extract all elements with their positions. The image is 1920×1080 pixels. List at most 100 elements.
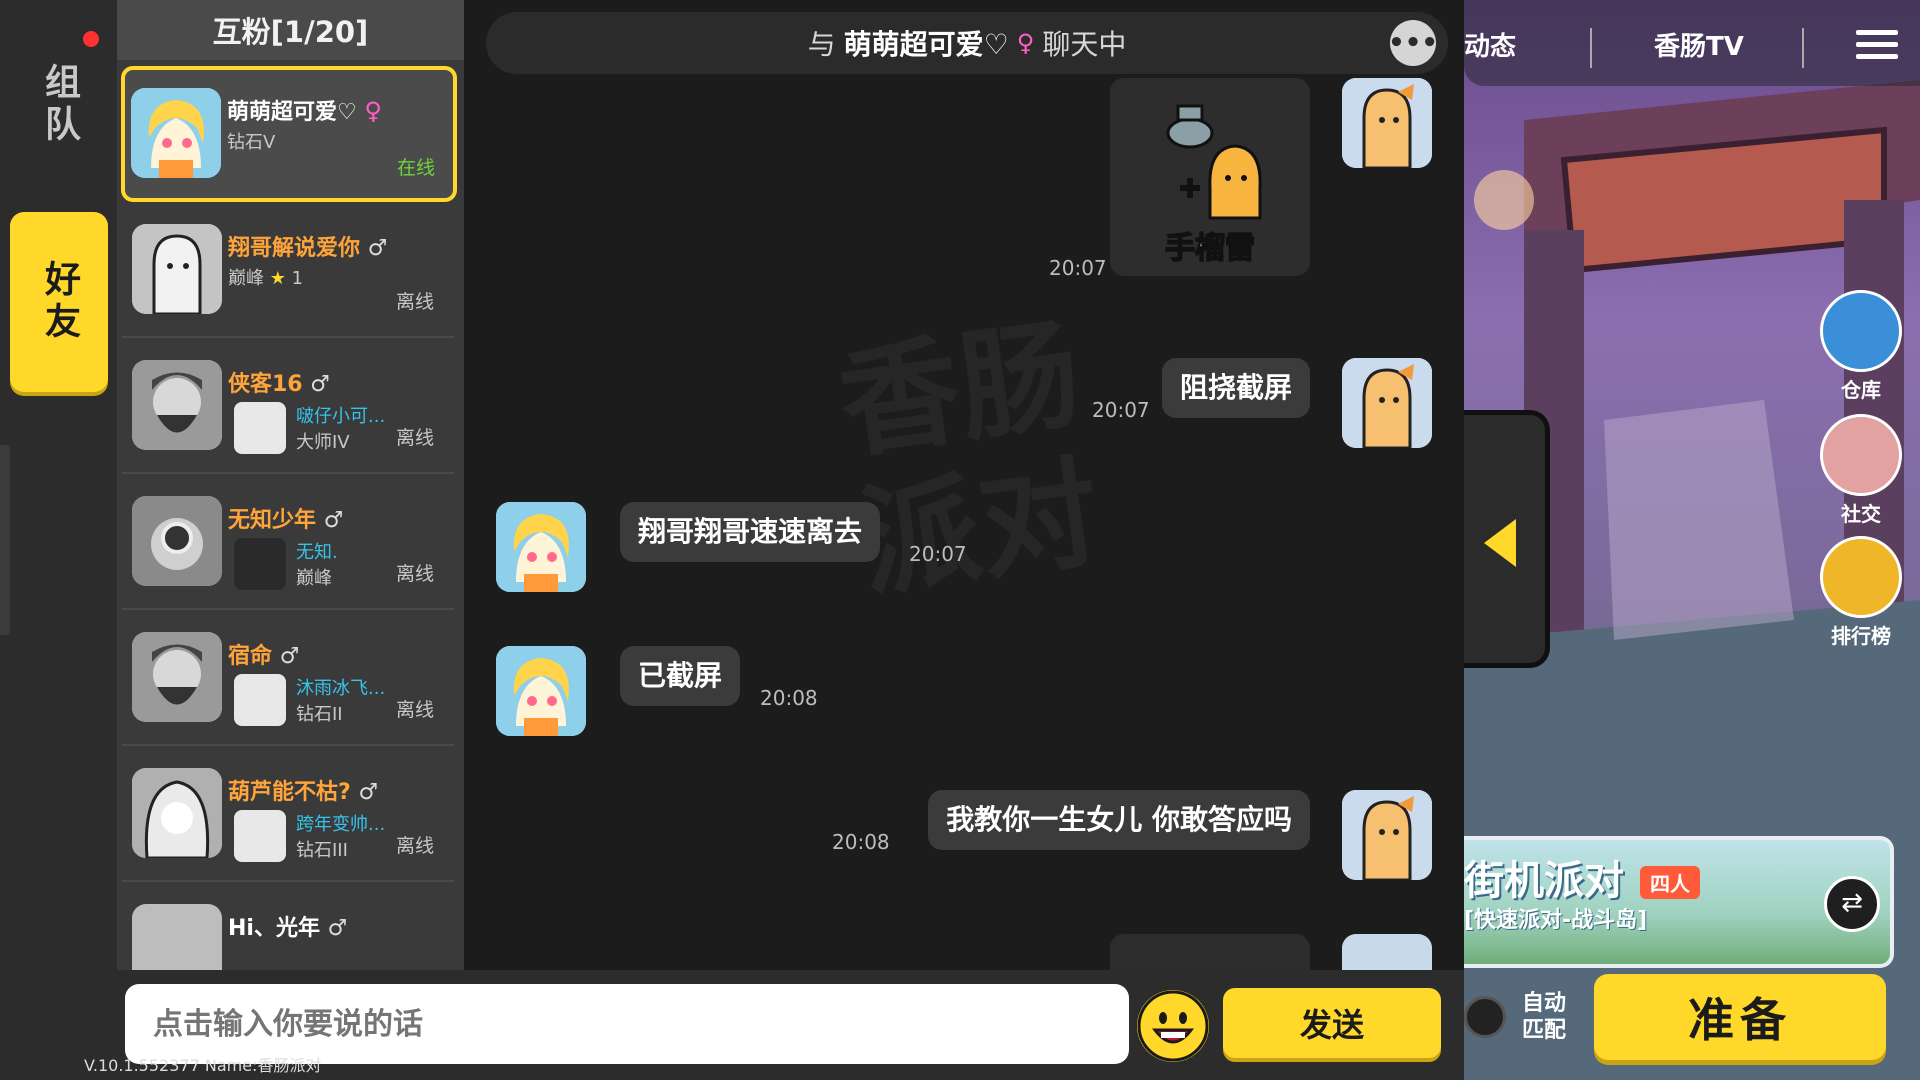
- social-button[interactable]: 社交: [1816, 414, 1906, 527]
- partner-name: 跨年变帅...: [296, 814, 386, 835]
- watermark-logo: 香肠派对: [831, 304, 1109, 615]
- friend-list-panel: 互粉[1/20] 萌萌超可爱♡ ♀ 钻石V 在线 翔哥解说爱你 ♂ 巅峰 ★ 1…: [117, 0, 464, 970]
- message-time: 20:08: [832, 830, 890, 854]
- message-bubble[interactable]: 阻挠截屏: [1161, 358, 1310, 418]
- tab-sausage-tv[interactable]: 香肠TV: [1654, 26, 1744, 63]
- friend-list-header: 互粉[1/20]: [117, 0, 464, 60]
- sticker-message[interactable]: [1110, 934, 1310, 970]
- sausage-avatar-icon: [1342, 78, 1432, 168]
- friend-item[interactable]: 宿命 ♂ 沐雨冰飞... 钻石II 离线: [122, 610, 454, 746]
- tab-team[interactable]: 组队: [10, 40, 108, 170]
- friend-name: 萌萌超可爱♡ ♀: [227, 97, 382, 125]
- girl-avatar-icon: [131, 88, 221, 178]
- partner-avatar: [234, 674, 286, 726]
- message-time: 20:07: [1049, 256, 1107, 280]
- my-avatar[interactable]: [1342, 934, 1432, 970]
- friend-status: 离线: [395, 291, 434, 313]
- message-time: 20:07: [1092, 398, 1150, 422]
- smiley-icon: [1137, 990, 1209, 1062]
- friend-item[interactable]: 翔哥解说爱你 ♂ 巅峰 ★ 1 离线: [122, 202, 454, 338]
- my-avatar[interactable]: [1342, 790, 1432, 880]
- partner-avatar: [234, 538, 286, 590]
- friend-avatar: [132, 904, 222, 970]
- message-bubble[interactable]: 已截屏: [620, 646, 741, 706]
- friend-name: 侠客16 ♂: [228, 372, 331, 397]
- warehouse-button[interactable]: 仓库: [1816, 290, 1906, 403]
- left-tab-bar: 组队 好友: [0, 0, 117, 1080]
- friend-rank: 大师IV: [296, 432, 350, 453]
- drawer-handle[interactable]: [0, 445, 10, 635]
- auto-match-toggle[interactable]: [1464, 996, 1506, 1038]
- leaderboard-button[interactable]: 排行榜: [1816, 536, 1906, 649]
- switch-mode-icon[interactable]: ⇄: [1824, 876, 1880, 932]
- friend-item[interactable]: 侠客16 ♂ 啵仔小可... 大师IV 离线: [122, 338, 454, 474]
- message-time: 20:07: [909, 542, 967, 566]
- sausage-avatar-icon: [1342, 358, 1432, 448]
- friend-avatar: [132, 360, 222, 450]
- friend-name: 宿命 ♂: [228, 644, 300, 669]
- friend-item[interactable]: 葫芦能不枯? ♂ 跨年变帅... 钻石III 离线: [122, 746, 454, 882]
- partner-name: 啵仔小可...: [296, 406, 386, 427]
- female-icon: ♀: [1016, 29, 1035, 57]
- girl-avatar-icon: [496, 502, 586, 592]
- friend-name: 葫芦能不枯? ♂: [228, 780, 379, 805]
- emoji-button[interactable]: [1137, 990, 1209, 1062]
- sticker-message[interactable]: 手榴雷: [1110, 78, 1310, 276]
- friend-rank: 钻石III: [296, 840, 348, 861]
- game-mode-card[interactable]: 街机派对 四人 [快速派对-战斗岛] ⇄: [1464, 836, 1894, 968]
- hooded-avatar-icon: [132, 768, 222, 858]
- peer-avatar[interactable]: [496, 502, 586, 592]
- hamburger-menu-icon[interactable]: [1856, 30, 1898, 60]
- more-options-button[interactable]: •••: [1388, 20, 1438, 66]
- friend-rank: 钻石V: [227, 132, 276, 153]
- grenade-sticker-icon: 手榴雷: [1164, 104, 1262, 267]
- male-icon: ♂: [323, 508, 344, 533]
- chat-header-prefix: 与: [807, 28, 836, 61]
- my-avatar[interactable]: [1342, 358, 1432, 448]
- peer-avatar[interactable]: [496, 646, 586, 736]
- mode-player-badge: 四人: [1640, 866, 1700, 899]
- friend-rank: 巅峰 ★ 1: [228, 268, 304, 289]
- male-icon: ♂: [310, 372, 331, 397]
- game-lobby-scene: 动态 香肠TV 仓库 社交 排行榜 街机派对 四人 [快速派对-战斗岛] ⇄ 自…: [1464, 0, 1920, 1080]
- male-icon: ♂: [367, 236, 388, 261]
- friend-avatar: [132, 224, 222, 314]
- partner-name: 无知.: [296, 542, 338, 563]
- ready-button[interactable]: 准备: [1594, 974, 1886, 1060]
- collapse-chat-button[interactable]: [1464, 410, 1550, 668]
- female-icon: ♀: [364, 97, 382, 125]
- arrow-left-icon: [1484, 519, 1516, 567]
- friend-name: 无知少年 ♂: [228, 508, 344, 533]
- mode-title: 街机派对: [1464, 858, 1624, 904]
- divider: [1802, 28, 1804, 68]
- message-bubble[interactable]: 翔哥翔哥速速离去: [620, 502, 881, 562]
- partner-avatar: [234, 402, 286, 454]
- male-icon: ♂: [279, 644, 300, 669]
- friend-item[interactable]: Hi、光年 ♂: [122, 882, 454, 970]
- male-icon: ♂: [358, 780, 379, 805]
- send-button[interactable]: 发送: [1223, 988, 1441, 1058]
- tab-dynamics[interactable]: 动态: [1464, 26, 1516, 63]
- friends-group-icon: [1820, 414, 1902, 496]
- divider: [1590, 28, 1592, 68]
- my-avatar[interactable]: [1342, 78, 1432, 168]
- partner-avatar: [234, 810, 286, 862]
- friend-avatar: [132, 632, 222, 722]
- friend-item[interactable]: 萌萌超可爱♡ ♀ 钻石V 在线: [121, 66, 457, 202]
- friend-rank: 巅峰: [296, 568, 332, 589]
- friend-name: 翔哥解说爱你 ♂: [228, 236, 388, 261]
- friend-avatar: [132, 496, 222, 586]
- mode-subtitle: [快速派对-战斗岛]: [1464, 908, 1648, 933]
- friend-item[interactable]: 无知少年 ♂ 无知. 巅峰 离线: [122, 474, 454, 610]
- chat-peer-name: 萌萌超可爱♡: [843, 28, 1009, 61]
- ghost-avatar-icon: [132, 224, 222, 314]
- lobby-top-bar: 动态 香肠TV: [1464, 0, 1920, 86]
- chat-panel: 香肠派对 与 萌萌超可爱♡ ♀ 聊天中 ••• 手榴雷 20:07 阻挠截屏 2…: [464, 0, 1464, 970]
- bearded-hero-avatar-icon: [132, 360, 222, 450]
- sticker-caption: 手榴雷: [1165, 231, 1255, 266]
- friend-status: 离线: [395, 563, 434, 585]
- auto-match-label: 自动匹配: [1522, 991, 1567, 1043]
- message-bubble[interactable]: 我教你一生女儿 你敢答应吗: [928, 790, 1310, 850]
- tab-friends[interactable]: 好友: [10, 212, 108, 392]
- trophy-icon: [1820, 536, 1902, 618]
